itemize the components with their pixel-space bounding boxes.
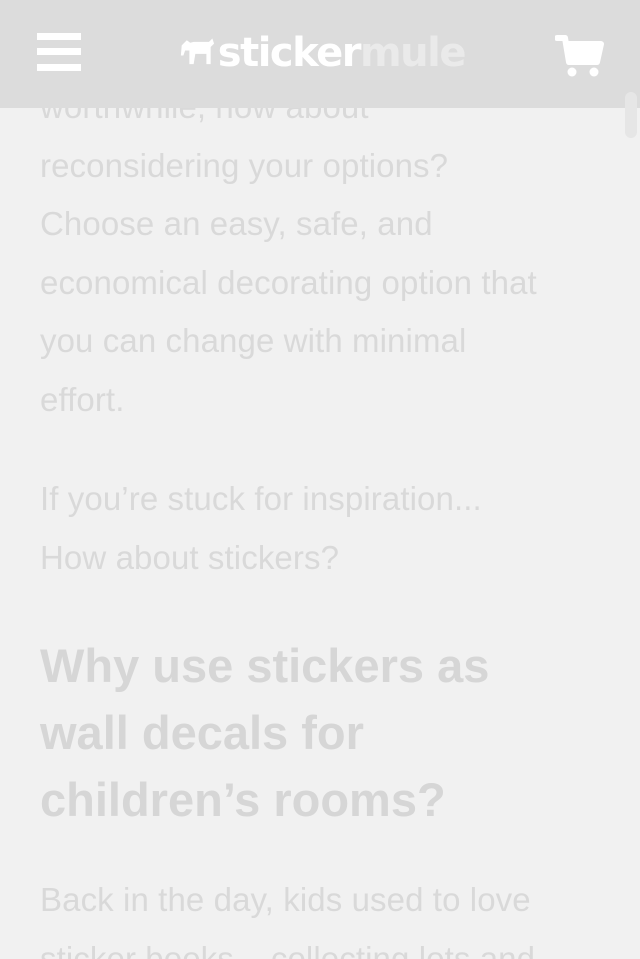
article-paragraph: worthwhile, how about reconsidering your… bbox=[40, 78, 610, 429]
mule-logo-icon bbox=[180, 38, 215, 65]
paragraph-line: sticker books – collecting lots and bbox=[40, 939, 536, 959]
article-paragraph: Back in the day, kids used to love stick… bbox=[40, 871, 610, 959]
paragraph-line: reconsidering your options? bbox=[40, 146, 449, 184]
paragraph-line: How about stickers? bbox=[40, 538, 340, 576]
heading-line: Why use stickers as bbox=[40, 639, 490, 692]
page: worthwhile, how about reconsidering your… bbox=[0, 0, 640, 959]
logo-word-sticker: sticker bbox=[217, 30, 362, 76]
shopping-cart-icon[interactable] bbox=[555, 34, 605, 78]
paragraph-line: Choose an easy, safe, and bbox=[40, 205, 433, 242]
hamburger-menu-icon[interactable] bbox=[37, 33, 81, 71]
logo-word-mule: mule bbox=[360, 30, 467, 76]
article-content: worthwhile, how about reconsidering your… bbox=[40, 78, 610, 959]
top-nav-bar: stickermule bbox=[0, 0, 640, 108]
paragraph-line: economical decorating option that bbox=[40, 263, 537, 301]
article-heading: Why use stickers as wall decals for chil… bbox=[40, 632, 560, 833]
paragraph-line: Back in the day, kids used to love bbox=[40, 881, 531, 918]
heading-line: wall decals for bbox=[40, 706, 364, 759]
heading-line: children’s rooms? bbox=[40, 773, 446, 826]
article-paragraph: If you’re stuck for inspiration... How a… bbox=[40, 470, 610, 587]
paragraph-line: you can change with minimal bbox=[40, 322, 467, 359]
stickermule-logo[interactable]: stickermule bbox=[180, 28, 467, 78]
paragraph-line: If you’re stuck for inspiration... bbox=[40, 480, 482, 517]
scrollbar-thumb[interactable] bbox=[625, 92, 637, 138]
logo-wordmark: stickermule bbox=[217, 28, 467, 78]
paragraph-line: effort. bbox=[40, 380, 125, 418]
